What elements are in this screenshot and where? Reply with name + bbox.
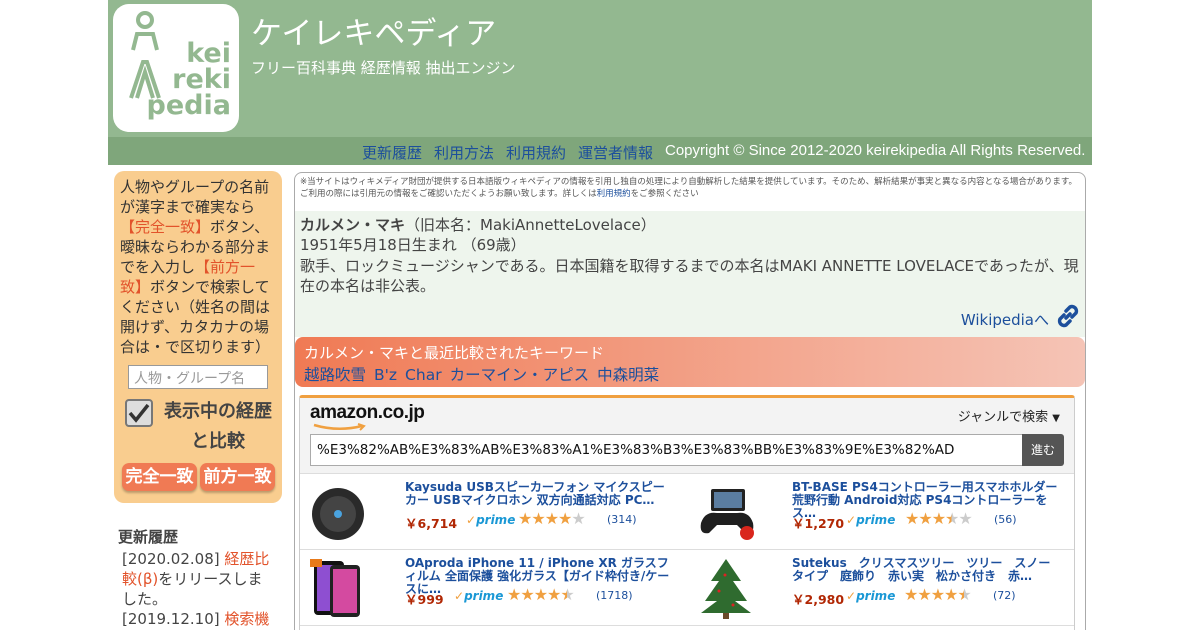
amazon-smile-icon	[313, 423, 366, 431]
chain-link-icon[interactable]	[1055, 303, 1081, 329]
product-item[interactable]: Kaysuda USBスピーカーフォン マイクスピーカー USBマイクロホン 双…	[300, 475, 687, 550]
keywords-title: カルメン・マキと最近比較されたキーワード	[304, 344, 605, 362]
amazon-logo[interactable]: amazon.co.jp	[310, 402, 425, 424]
prime-label: prime	[464, 589, 504, 603]
amazon-widget: amazon.co.jp ジャンルで検索 ▼ %E3%82%AB%E3%83%A…	[299, 395, 1075, 630]
nav-operator-info[interactable]: 運営者情報	[578, 142, 653, 163]
prime-badge: ✓prime	[454, 589, 503, 603]
prime-badge: ✓prime	[846, 513, 895, 527]
product-price: ￥2,980	[792, 592, 845, 607]
caret-down-icon: ▼	[1052, 413, 1060, 424]
genre-select[interactable]: ジャンルで検索 ▼	[958, 406, 1060, 425]
site-title[interactable]: ケイレキペディア	[251, 8, 496, 53]
amazon-search-header: amazon.co.jp ジャンルで検索 ▼ %E3%82%AB%E3%83%A…	[300, 398, 1074, 474]
update-date: [2019.12.10]	[122, 610, 225, 628]
wikipedia-link[interactable]: Wikipediaへ	[961, 309, 1049, 330]
help-text-1: 人物やグループの名前が漢字まで確実なら	[120, 178, 270, 216]
genre-select-label: ジャンルで検索	[957, 410, 1049, 425]
main-content: ※当サイトはウィキメディア財団が提供する日本語版ウィキペディアの情報を引用し独自…	[294, 172, 1086, 630]
person-summary: カルメン・マキ（旧本名：MakiAnnetteLovelace） 1951年5月…	[295, 211, 1085, 337]
help-exact-highlight: 【完全一致】	[120, 218, 211, 236]
product-image-speakerphone[interactable]	[308, 481, 370, 543]
nav-update-history[interactable]: 更新履歴	[362, 142, 422, 163]
product-image-controller-holder[interactable]	[695, 481, 757, 543]
prime-check-icon: ✓	[846, 513, 857, 527]
person-name-line: カルメン・マキ（旧本名：MakiAnnetteLovelace）	[300, 214, 656, 235]
nav-how-to-use[interactable]: 利用方法	[434, 142, 494, 163]
keyword-link[interactable]: B'z	[374, 366, 397, 384]
product-title[interactable]: Sutekus クリスマスツリー ツリー スノータイプ 庭飾り 赤い実 松かさ付…	[792, 557, 1062, 583]
review-count[interactable]: (1718)	[596, 589, 633, 602]
prime-check-icon: ✓	[466, 513, 477, 527]
person-birth: 1951年5月18日生まれ （69歳）	[300, 236, 526, 254]
search-panel: 人物やグループの名前が漢字まで確実なら【完全一致】ボタン、曖昧ならわかる部分まで…	[114, 171, 282, 503]
rating-stars: ★★★★★	[507, 585, 575, 604]
copyright-text: Copyright © Since 2012-2020 keirekipedia…	[665, 142, 1086, 159]
compare-label: 表示中の経歴と比較	[164, 401, 272, 452]
keyword-link[interactable]: 越路吹雪	[304, 366, 366, 384]
updates-list: [2020.02.08] 経歴比較(β)をリリースしました。 [2019.12.…	[122, 549, 274, 630]
product-image-christmas-tree[interactable]	[695, 557, 757, 619]
logo-text-reki: reki	[172, 64, 231, 95]
name-search-input[interactable]: 人物・グループ名	[128, 365, 268, 389]
update-date: [2020.02.08]	[122, 550, 225, 568]
page: kei reki pedia ケイレキペディア フリー百科事典 経歴情報 抽出エ…	[0, 0, 1200, 630]
prime-check-icon: ✓	[846, 589, 857, 603]
site-logo[interactable]: kei reki pedia	[113, 4, 239, 132]
keywords-list: 越路吹雪 B'z Char カーマイン・アピス 中森明菜	[304, 363, 667, 385]
prefix-match-button[interactable]: 前方一致	[200, 463, 275, 491]
exact-match-button[interactable]: 完全一致	[122, 463, 197, 491]
logo-text-kei: kei	[186, 38, 231, 69]
product-item[interactable]: Sutekus クリスマスツリー ツリー スノータイプ 庭飾り 赤い実 松かさ付…	[687, 551, 1074, 626]
keyword-link[interactable]: Char	[405, 366, 442, 384]
nav-bar: 更新履歴 利用方法 利用規約 運営者情報 Copyright © Since 2…	[108, 137, 1092, 165]
prime-label: prime	[476, 513, 516, 527]
logo-text-pedia: pedia	[146, 90, 231, 121]
prime-label: prime	[856, 513, 896, 527]
update-item: [2019.12.10] 検索機能	[122, 609, 274, 630]
compare-checkbox[interactable]	[125, 399, 153, 427]
product-image-glass-film[interactable]	[308, 557, 370, 619]
compared-keywords-box: カルメン・マキと最近比較されたキーワード 越路吹雪 B'z Char カーマイン・アピ…	[295, 337, 1085, 387]
person-description: 歌手、ロックミュージシャンである。日本国籍を取得するまでの本名はMAKI ANN…	[300, 257, 1079, 295]
rating-stars: ★★★★★	[904, 585, 972, 604]
product-title[interactable]: Kaysuda USBスピーカーフォン マイクスピーカー USBマイクロホン 双…	[405, 481, 675, 507]
keyword-link[interactable]: カーマイン・アピス	[450, 366, 590, 384]
product-item[interactable]: BT-BASE PS4コントローラー用スマホホルダー 荒野行動 Android対…	[687, 475, 1074, 550]
notice-tail: をご参照ください	[630, 189, 699, 199]
keyword-link[interactable]: 中森明菜	[597, 366, 659, 384]
rating-stars: ★★★★★	[518, 509, 586, 528]
product-price: ￥999	[405, 592, 444, 607]
review-count[interactable]: (72)	[993, 589, 1016, 602]
site-header: kei reki pedia ケイレキペディア フリー百科事典 経歴情報 抽出エ…	[108, 0, 1092, 165]
review-count[interactable]: (56)	[994, 513, 1017, 526]
prime-badge: ✓prime	[846, 589, 895, 603]
prime-label: prime	[856, 589, 896, 603]
amazon-search-button[interactable]: 進む	[1022, 434, 1064, 466]
update-item: [2020.02.08] 経歴比較(β)をリリースしました。	[122, 549, 274, 609]
nav-terms[interactable]: 利用規約	[506, 142, 566, 163]
person-alias: （旧本名：MakiAnnetteLovelace）	[405, 216, 656, 234]
terms-link[interactable]: 利用規約	[597, 189, 631, 199]
product-item[interactable]: OAproda iPhone 11 / iPhone XR ガラスフィルム 全面…	[300, 551, 687, 626]
updates-heading: 更新履歴	[118, 528, 179, 546]
site-subtitle: フリー百科事典 経歴情報 抽出エンジン	[251, 59, 516, 77]
amazon-search-input[interactable]: %E3%82%AB%E3%83%AB%E3%83%A1%E3%83%B3%E3%…	[310, 434, 1023, 466]
person-name: カルメン・マキ	[300, 216, 406, 234]
person-logo-icon	[129, 11, 161, 99]
prime-badge: ✓prime	[466, 513, 515, 527]
checkmark-icon	[128, 403, 150, 423]
review-count[interactable]: (314)	[607, 513, 637, 526]
search-help-text: 人物やグループの名前が漢字まで確実なら【完全一致】ボタン、曖昧ならわかる部分まで…	[120, 177, 276, 357]
disclaimer-notice: ※当サイトはウィキメディア財団が提供する日本語版ウィキペディアの情報を引用し独自…	[300, 176, 1080, 200]
rating-stars: ★★★★★	[905, 509, 973, 528]
product-price: ￥1,270	[792, 516, 845, 531]
prime-check-icon: ✓	[454, 589, 465, 603]
product-price: ￥6,714	[405, 516, 458, 531]
